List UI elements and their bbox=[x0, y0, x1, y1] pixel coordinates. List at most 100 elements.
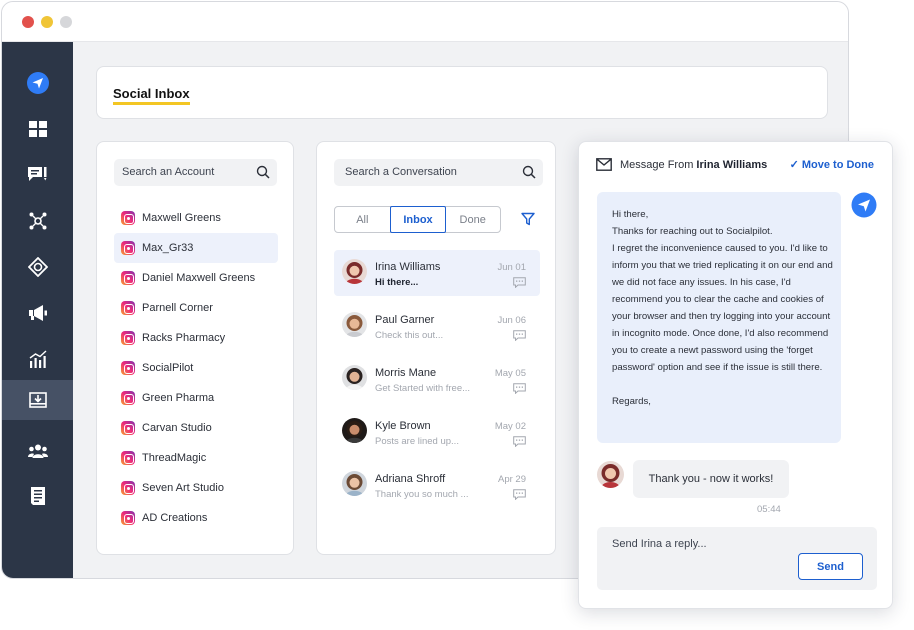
account-item[interactable]: Seven Art Studio bbox=[114, 473, 278, 503]
conversation-item[interactable]: Irina Williams Hi there... Jun 01 bbox=[334, 250, 540, 296]
account-item[interactable]: ThreadMagic bbox=[114, 443, 278, 473]
account-item[interactable]: Racks Pharmacy bbox=[114, 323, 278, 353]
account-name: Green Pharma bbox=[142, 392, 215, 404]
account-name: Maxwell Greens bbox=[142, 212, 221, 224]
account-search-input[interactable]: Search an Account bbox=[114, 159, 277, 186]
conversation-name: Morris Mane bbox=[375, 367, 437, 379]
conversation-preview: Check this out... bbox=[375, 330, 444, 341]
tab-all[interactable]: All bbox=[335, 207, 391, 232]
account-item[interactable]: Max_Gr33 bbox=[114, 233, 278, 263]
account-name: Daniel Maxwell Greens bbox=[142, 272, 256, 284]
conversation-item[interactable]: Adriana Shroff Thank you so much ... Apr 2… bbox=[334, 462, 540, 508]
avatar bbox=[342, 418, 367, 443]
instagram-icon bbox=[121, 241, 135, 255]
conversation-preview: Hi there... bbox=[375, 277, 419, 288]
account-name: Max_Gr33 bbox=[142, 242, 194, 254]
tab-inbox[interactable]: Inbox bbox=[389, 206, 447, 233]
conversation-item[interactable]: Morris Mane Get Started with free... May 0… bbox=[334, 356, 540, 402]
account-name: Racks Pharmacy bbox=[142, 332, 226, 344]
message-from-label: Message From bbox=[620, 159, 694, 171]
instagram-icon bbox=[121, 481, 135, 495]
page-title: Social Inbox bbox=[113, 86, 190, 105]
sidebar-item-reports[interactable] bbox=[2, 476, 73, 516]
sidebar-item-campaigns[interactable] bbox=[2, 293, 73, 333]
send-button[interactable]: Send bbox=[798, 553, 863, 580]
conversation-item[interactable]: Kyle Brown Posts are lined up... May 02 bbox=[334, 409, 540, 455]
reply-message: Thank you - now it works! bbox=[633, 460, 789, 498]
report-icon bbox=[30, 487, 45, 505]
message-line: Hi there, bbox=[612, 209, 649, 220]
comment-icon bbox=[513, 383, 526, 394]
message-line bbox=[612, 376, 834, 393]
network-icon bbox=[29, 212, 46, 230]
sidebar-item-compose[interactable] bbox=[2, 63, 73, 103]
conversations-panel: Search a Conversation All Inbox Done Iri… bbox=[316, 141, 556, 555]
maximize-window-button[interactable] bbox=[60, 16, 72, 28]
reply-timestamp: 05:44 bbox=[757, 504, 781, 515]
accounts-panel: Search an Account Maxwell Greens Max_Gr33… bbox=[96, 141, 294, 555]
conversation-date: May 02 bbox=[494, 421, 526, 432]
window-titlebar bbox=[2, 2, 848, 42]
instagram-icon bbox=[121, 511, 135, 525]
message-line: I regret the inconvenience caused to you… bbox=[612, 243, 833, 373]
instagram-icon bbox=[121, 391, 135, 405]
filter-icon[interactable] bbox=[521, 212, 535, 226]
tab-done[interactable]: Done bbox=[445, 207, 500, 232]
account-item[interactable]: Green Pharma bbox=[114, 383, 278, 413]
account-search-placeholder: Search an Account bbox=[122, 166, 215, 178]
page-header: Social Inbox bbox=[96, 66, 828, 119]
message-body: Hi there, Thanks for reaching out to Soci… bbox=[612, 206, 834, 410]
conversation-name: Adriana Shroff bbox=[375, 473, 446, 485]
incoming-message: Hi there, Thanks for reaching out to Soci… bbox=[597, 192, 841, 443]
dashboard-icon bbox=[28, 121, 47, 137]
instagram-icon bbox=[121, 421, 135, 435]
message-line: Regards, bbox=[612, 396, 651, 407]
account-item[interactable]: Parnell Corner bbox=[114, 293, 278, 323]
search-icon[interactable] bbox=[522, 165, 536, 179]
reply-input-placeholder: Send Irina a reply... bbox=[612, 538, 707, 550]
account-item[interactable]: AD Creations bbox=[114, 503, 278, 533]
move-to-done-button[interactable]: ✓ Move to Done bbox=[790, 158, 874, 171]
account-item[interactable]: Maxwell Greens bbox=[114, 203, 278, 233]
sidebar-item-team[interactable] bbox=[2, 431, 73, 471]
conversation-preview: Thank you so much ... bbox=[375, 489, 469, 500]
close-window-button[interactable] bbox=[22, 16, 34, 28]
lifebuoy-icon bbox=[27, 257, 48, 277]
search-icon[interactable] bbox=[256, 165, 270, 179]
account-name: ThreadMagic bbox=[142, 452, 207, 464]
conversation-date: May 05 bbox=[494, 368, 526, 379]
conversation-name: Irina Williams bbox=[375, 261, 441, 273]
conversation-search-input[interactable]: Search a Conversation bbox=[334, 159, 543, 186]
account-item[interactable]: SocialPilot bbox=[114, 353, 278, 383]
instagram-icon bbox=[121, 211, 135, 225]
account-item[interactable]: Daniel Maxwell Greens bbox=[114, 263, 278, 293]
minimize-window-button[interactable] bbox=[41, 16, 53, 28]
message-line: Thanks for reaching out to Socialpilot. bbox=[612, 226, 773, 237]
conversation-preview: Get Started with free... bbox=[375, 383, 471, 394]
comment-icon bbox=[513, 489, 526, 500]
avatar bbox=[342, 365, 367, 390]
instagram-icon bbox=[121, 451, 135, 465]
instagram-icon bbox=[121, 331, 135, 345]
sidebar-item-posts[interactable] bbox=[2, 155, 73, 195]
sidebar-item-engage[interactable] bbox=[2, 247, 73, 287]
sidebar bbox=[2, 42, 73, 578]
comment-icon bbox=[513, 330, 526, 341]
megaphone-icon bbox=[28, 305, 47, 321]
checkmark-icon: ✓ bbox=[789, 159, 799, 171]
team-icon bbox=[27, 444, 48, 458]
message-panel: Message From Irina Williams ✓ Move to Don… bbox=[578, 141, 893, 609]
sidebar-item-analytics[interactable] bbox=[2, 339, 73, 379]
account-list: Maxwell Greens Max_Gr33 Daniel Maxwell Gre… bbox=[114, 203, 278, 533]
sidebar-item-dashboard[interactable] bbox=[2, 109, 73, 149]
envelope-icon bbox=[596, 158, 612, 171]
conversation-date: Jun 06 bbox=[497, 315, 526, 326]
compose-icon bbox=[27, 167, 46, 181]
sidebar-item-network[interactable] bbox=[2, 201, 73, 241]
sidebar-item-inbox[interactable] bbox=[2, 380, 73, 420]
reply-composer[interactable]: Send Irina a reply... Send bbox=[597, 527, 877, 590]
conversation-item[interactable]: Paul Garner Check this out... Jun 06 bbox=[334, 303, 540, 349]
account-item[interactable]: Carvan Studio bbox=[114, 413, 278, 443]
comment-icon bbox=[513, 277, 526, 288]
avatar bbox=[597, 461, 624, 488]
